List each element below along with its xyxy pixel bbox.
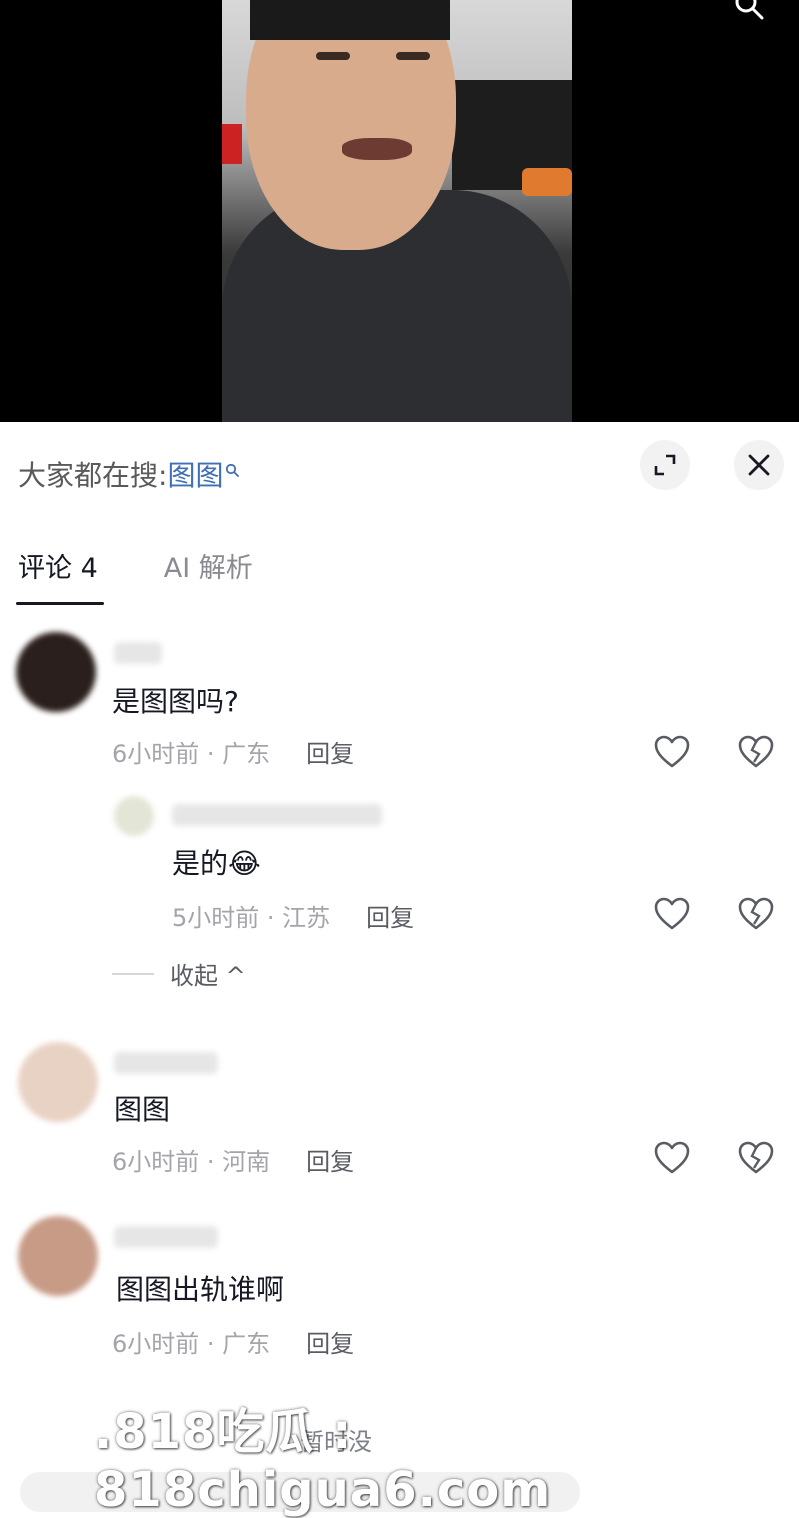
video-background-chair (522, 168, 572, 196)
expand-button[interactable] (640, 440, 690, 490)
reply-meta: 5小时前 · 江苏 回复 (172, 898, 414, 933)
video-background-sign (222, 124, 242, 164)
watermark: .818吃瓜 : 818chigua6.com (94, 1404, 552, 1518)
active-tab-indicator (16, 602, 104, 605)
comment-text: 图图出轨谁啊 (116, 1273, 285, 1306)
comment-text: 是图图吗? (112, 685, 239, 718)
video-frame (222, 0, 572, 422)
comment-meta: 6小时前 · 广东 回复 (112, 734, 354, 769)
username-blurred[interactable] (114, 1226, 218, 1248)
search-icon (226, 463, 240, 477)
tab-ai-analysis[interactable]: AI 解析 (164, 546, 253, 585)
heart-icon[interactable] (652, 732, 692, 772)
collapse-label: 收起 ^ (170, 962, 246, 990)
reply-avatar[interactable] (114, 796, 154, 836)
reply-text: 是的😂 (172, 847, 261, 880)
broken-heart-icon[interactable] (736, 894, 776, 934)
username-blurred[interactable] (114, 642, 162, 664)
hot-search-prefix: 大家都在搜: (18, 459, 168, 492)
close-button[interactable] (734, 440, 784, 490)
video-person-mouth (342, 138, 412, 160)
video-person-eye (316, 52, 350, 60)
broken-heart-icon[interactable] (736, 1138, 776, 1178)
heart-icon[interactable] (652, 894, 692, 934)
avatar[interactable] (18, 1042, 98, 1122)
broken-heart-icon[interactable] (736, 732, 776, 772)
comment-time-location: 6小时前 · 河南 (112, 1148, 271, 1176)
heart-icon[interactable] (652, 1138, 692, 1178)
collapse-replies-button[interactable]: 收起 ^ (112, 956, 246, 991)
comment-text: 图图 (114, 1093, 171, 1126)
search-icon[interactable] (734, 0, 764, 20)
expand-icon (654, 454, 676, 476)
video-person-eye (396, 52, 430, 60)
reply-button[interactable]: 回复 (306, 1324, 354, 1359)
comment-panel: 大家都在搜: 图图 评论 4 AI 解析 是图图吗? 6小时前 · 广东 回复 (0, 422, 799, 1494)
video-person-hair (250, 0, 450, 40)
avatar[interactable] (16, 632, 96, 712)
divider (112, 972, 154, 975)
video-player[interactable] (0, 0, 799, 422)
reply-button[interactable]: 回复 (366, 898, 414, 933)
username-blurred[interactable] (114, 1052, 218, 1074)
hot-search-bar: 大家都在搜: 图图 (18, 454, 240, 494)
comment-time-location: 6小时前 · 广东 (112, 740, 271, 768)
avatar[interactable] (18, 1216, 98, 1296)
reply-time-location: 5小时前 · 江苏 (172, 904, 331, 932)
tab-comments[interactable]: 评论 4 (18, 546, 98, 585)
reply-username-blurred[interactable] (172, 804, 382, 826)
comment-tabs: 评论 4 AI 解析 (18, 546, 319, 585)
reply-button[interactable]: 回复 (306, 1142, 354, 1177)
comment-time-location: 6小时前 · 广东 (112, 1330, 271, 1358)
comment-meta: 6小时前 · 河南 回复 (112, 1142, 354, 1177)
close-icon (748, 454, 770, 476)
reply-button[interactable]: 回复 (306, 734, 354, 769)
comment-meta: 6小时前 · 广东 回复 (112, 1324, 354, 1359)
hot-search-link[interactable]: 图图 (167, 454, 223, 494)
